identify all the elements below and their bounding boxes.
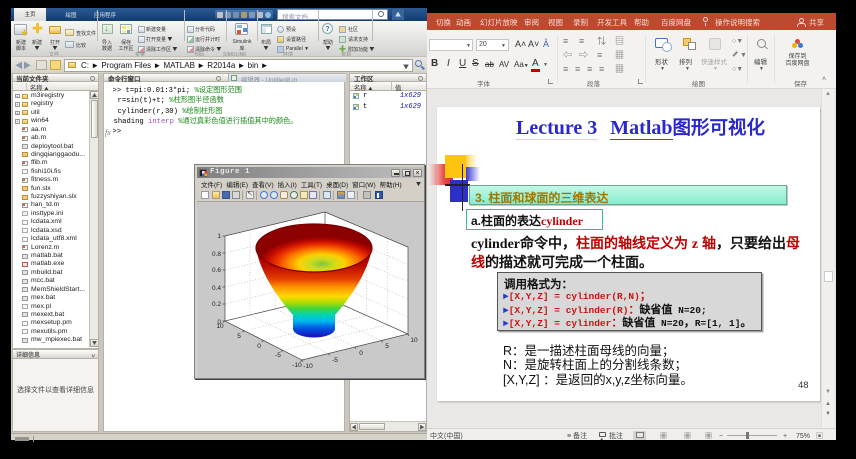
- svg-text:1: 1: [217, 233, 221, 240]
- svg-text:0: 0: [257, 343, 261, 350]
- svg-text:0.2: 0.2: [212, 301, 221, 308]
- svg-text:-10: -10: [292, 362, 302, 369]
- svg-text:10: 10: [216, 323, 224, 330]
- svg-text:5: 5: [237, 333, 241, 340]
- svg-text:0.8: 0.8: [212, 251, 221, 258]
- svg-text:0.4: 0.4: [212, 285, 221, 292]
- svg-text:-5: -5: [332, 357, 338, 364]
- svg-text:0.6: 0.6: [212, 267, 221, 274]
- svg-text:10: 10: [410, 337, 418, 344]
- svg-text:0: 0: [359, 350, 363, 357]
- svg-text:5: 5: [385, 343, 389, 350]
- svg-text:-5: -5: [275, 352, 281, 359]
- svg-text:-10: -10: [303, 363, 313, 370]
